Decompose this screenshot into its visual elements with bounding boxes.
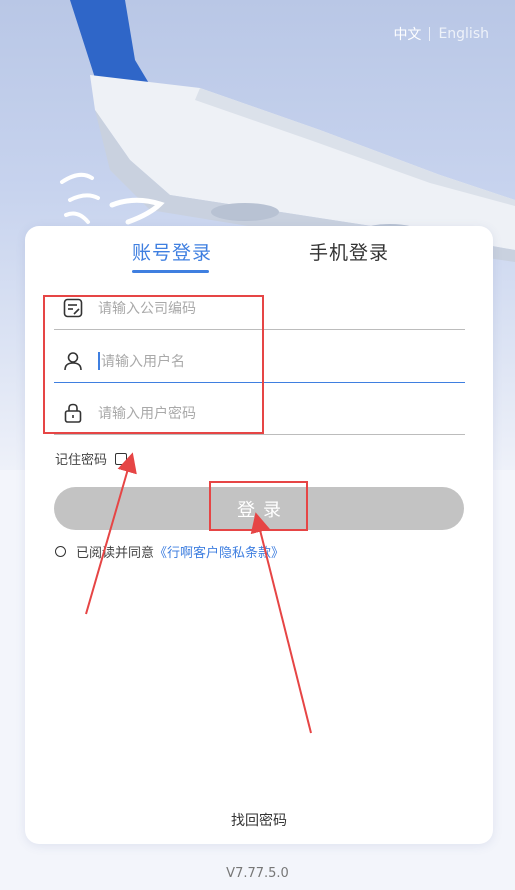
lang-zh-option[interactable]: 中文 <box>393 24 421 44</box>
agreement-radio[interactable] <box>55 546 66 557</box>
login-tabs: 账号登录 手机登录 <box>25 238 493 278</box>
annotation-box-login <box>209 481 308 531</box>
active-tab-indicator <box>132 270 209 273</box>
lang-en-option[interactable]: English <box>438 26 489 42</box>
tab-phone-login[interactable]: 手机登录 <box>309 238 389 265</box>
annotation-box-inputs <box>43 295 264 434</box>
remember-password-label: 记住密码 <box>55 453 108 468</box>
tab-account-login[interactable]: 账号登录 <box>132 238 212 265</box>
remember-password-checkbox[interactable] <box>115 452 128 465</box>
privacy-policy-link[interactable]: 《行啊客户隐私条款》 <box>154 542 284 561</box>
lang-divider <box>429 27 431 41</box>
privacy-agreement: 已阅读并同意 《行啊客户隐私条款》 <box>55 542 284 561</box>
agreement-prefix: 已阅读并同意 <box>76 546 155 561</box>
remember-password[interactable]: 记住密码 <box>55 449 128 468</box>
forgot-password-link[interactable]: 找回密码 <box>25 810 493 830</box>
app-version: V7.77.5.0 <box>226 866 289 881</box>
language-switch: 中文 English <box>393 24 489 44</box>
